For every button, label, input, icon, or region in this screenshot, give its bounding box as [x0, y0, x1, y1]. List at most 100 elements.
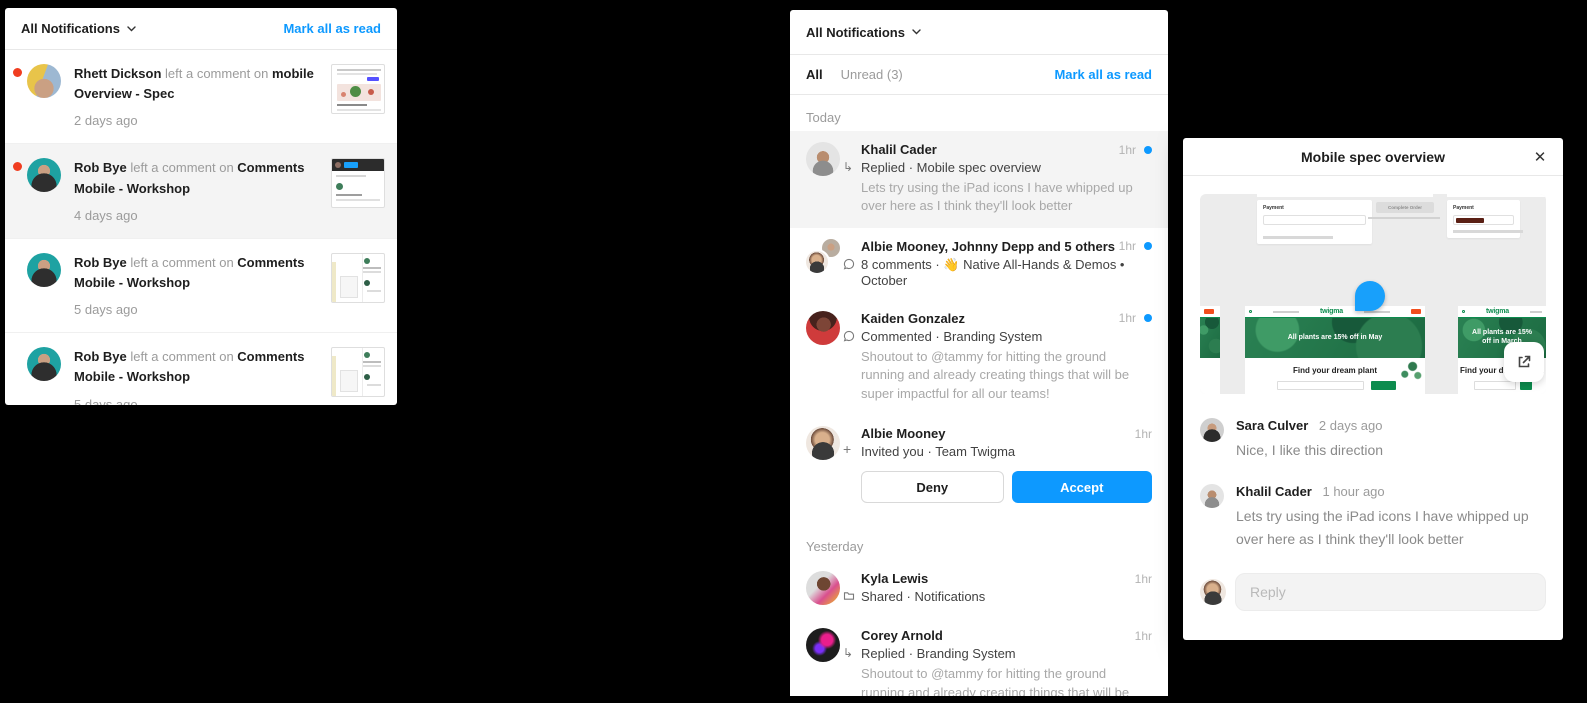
- notification-row[interactable]: Albie Mooney, Johnny Depp and 5 others 1…: [790, 228, 1168, 300]
- sign-in-button-mock: [1411, 309, 1421, 314]
- notifications-filter-dropdown[interactable]: All Notifications: [21, 21, 136, 36]
- notification-row[interactable]: Rob Bye left a comment on Comments Mobil…: [5, 239, 397, 333]
- notification-meta: Commented · Branding System: [861, 329, 1042, 344]
- payment-label: Payment: [1453, 205, 1474, 211]
- timestamp: 5 days ago: [74, 395, 321, 405]
- close-icon[interactable]: ✕: [1529, 146, 1551, 168]
- middle-panel-header: All Notifications: [790, 10, 1168, 55]
- actor-name: Rhett Dickson: [74, 66, 161, 81]
- timestamp: 1hr: [1119, 239, 1136, 253]
- avatar: [806, 142, 840, 176]
- storefront-mock: twigma All plants are 15% off in May Fin…: [1245, 306, 1425, 394]
- notifications-popover-tabbed: All Notifications All Unread (3) Mark al…: [790, 10, 1168, 696]
- twigma-logo: twigma: [1320, 308, 1343, 315]
- notification-message: Shoutout to @tammy for hitting the groun…: [861, 348, 1152, 403]
- action-text: left a comment on: [127, 160, 238, 175]
- tab-unread[interactable]: Unread (3): [841, 67, 903, 82]
- notification-row[interactable]: Kyla Lewis 1hr Shared · Notifications: [790, 560, 1168, 617]
- notification-row[interactable]: Khalil Cader 1hr ↳ Replied · Mobile spec…: [790, 131, 1168, 228]
- deny-button[interactable]: Deny: [861, 471, 1004, 503]
- comment-text: Lets try using the iPad icons I have whi…: [1236, 505, 1546, 551]
- avatar: [1200, 418, 1224, 442]
- reply-icon: ↳: [843, 161, 856, 174]
- file-thumbnail[interactable]: [331, 158, 385, 208]
- mark-all-as-read-button[interactable]: Mark all as read: [283, 21, 381, 36]
- notification-row[interactable]: Corey Arnold 1hr ↳ Replied · Branding Sy…: [790, 617, 1168, 696]
- actor-name: Kaiden Gonzalez: [861, 311, 1119, 326]
- avatar: [806, 311, 840, 345]
- notification-meta: 8 comments · 👋 Native All-Hands & Demos …: [861, 257, 1125, 288]
- modal-title: Mobile spec overview: [1301, 149, 1445, 165]
- notification-text: Rob Bye left a comment on Comments Mobil…: [74, 253, 321, 320]
- actor-name: Khalil Cader: [861, 142, 1119, 157]
- comment-author: Sara Culver: [1236, 418, 1308, 433]
- avatar: [27, 347, 61, 381]
- reply-input[interactable]: [1235, 573, 1546, 611]
- timestamp: 1hr: [1135, 572, 1152, 586]
- accept-button[interactable]: Accept: [1012, 471, 1153, 503]
- timestamp: 1hr: [1135, 427, 1152, 441]
- spec-overview-modal: Mobile spec overview ✕ Payment Complete …: [1183, 138, 1563, 640]
- payment-card-mock: Payment: [1447, 200, 1520, 238]
- notification-message: Lets try using the iPad icons I have whi…: [861, 179, 1152, 216]
- complete-order-button-mock: Complete Order: [1376, 202, 1434, 213]
- unread-dot: [1144, 242, 1152, 250]
- avatar: [804, 249, 830, 275]
- file-thumbnail[interactable]: [331, 64, 385, 114]
- reply-icon: ↳: [843, 647, 856, 660]
- preview-frame-edge: [1447, 194, 1546, 197]
- notification-text: Rob Bye left a comment on Comments Mobil…: [74, 158, 321, 225]
- comment-timestamp: 1 hour ago: [1322, 484, 1384, 499]
- action-text: left a comment on: [127, 255, 238, 270]
- action-text: left a comment on: [127, 349, 238, 364]
- left-panel-title: All Notifications: [21, 21, 120, 36]
- notifications-popover-simple: All Notifications Mark all as read Rhett…: [5, 8, 397, 405]
- comment-pin[interactable]: [1355, 281, 1385, 311]
- notification-row[interactable]: Kaiden Gonzalez 1hr Commented · Branding…: [790, 300, 1168, 415]
- notifications-filter-dropdown[interactable]: All Notifications: [806, 25, 921, 40]
- comment[interactable]: Sara Culver 2 days ago Nice, I like this…: [1200, 418, 1546, 462]
- timestamp: 4 days ago: [74, 206, 321, 226]
- avatar: [806, 571, 840, 605]
- timestamp: 5 days ago: [74, 300, 321, 320]
- reply-composer: [1183, 573, 1563, 611]
- actor-name: Corey Arnold: [861, 628, 1135, 643]
- timestamp: 1hr: [1119, 143, 1136, 157]
- hero-banner: All plants are 15% off in May: [1245, 318, 1425, 358]
- action-text: left a comment on: [161, 66, 272, 81]
- file-thumbnail[interactable]: [331, 253, 385, 303]
- comment-icon: [843, 330, 856, 343]
- mark-all-as-read-button[interactable]: Mark all as read: [1054, 67, 1152, 82]
- modal-header: Mobile spec overview ✕: [1183, 138, 1563, 176]
- folder-icon: [843, 590, 856, 603]
- chevron-down-icon: [127, 26, 136, 32]
- actor-name: Rob Bye: [74, 349, 127, 364]
- avatar: [806, 426, 840, 460]
- notification-text: Rhett Dickson left a comment on mobile O…: [74, 64, 321, 131]
- file-thumbnail[interactable]: [331, 347, 385, 397]
- hero-text: All plants are 15% off in May: [1272, 334, 1398, 343]
- open-file-button[interactable]: [1504, 342, 1544, 382]
- comment-icon: [843, 258, 856, 271]
- unread-dot: [13, 162, 22, 171]
- caption-line: [1368, 217, 1440, 219]
- notification-meta: Replied · Mobile spec overview: [861, 160, 1041, 175]
- comment-author: Khalil Cader: [1236, 484, 1312, 499]
- notification-row[interactable]: Rob Bye left a comment on Comments Mobil…: [5, 144, 397, 238]
- notification-row[interactable]: Rob Bye left a comment on Comments Mobil…: [5, 333, 397, 405]
- design-preview[interactable]: Payment Complete Order Payment: [1200, 194, 1546, 394]
- comment-text: Nice, I like this direction: [1236, 439, 1546, 462]
- tab-all[interactable]: All: [806, 67, 823, 82]
- unread-dot: [1144, 146, 1152, 154]
- avatar: [27, 64, 61, 98]
- section-label-yesterday: Yesterday: [790, 515, 1168, 560]
- notification-row[interactable]: Albie Mooney 1hr + Invited you · Team Tw…: [790, 415, 1168, 515]
- notification-meta: Invited you · Team Twigma: [861, 444, 1015, 459]
- notification-row[interactable]: Rhett Dickson left a comment on mobile O…: [5, 50, 397, 144]
- unread-dot: [1144, 314, 1152, 322]
- avatar: [27, 158, 61, 192]
- avatar: [1200, 484, 1224, 508]
- actor-name: Albie Mooney: [861, 426, 1135, 441]
- external-link-icon: [1515, 353, 1533, 371]
- comment[interactable]: Khalil Cader 1 hour ago Lets try using t…: [1200, 484, 1546, 551]
